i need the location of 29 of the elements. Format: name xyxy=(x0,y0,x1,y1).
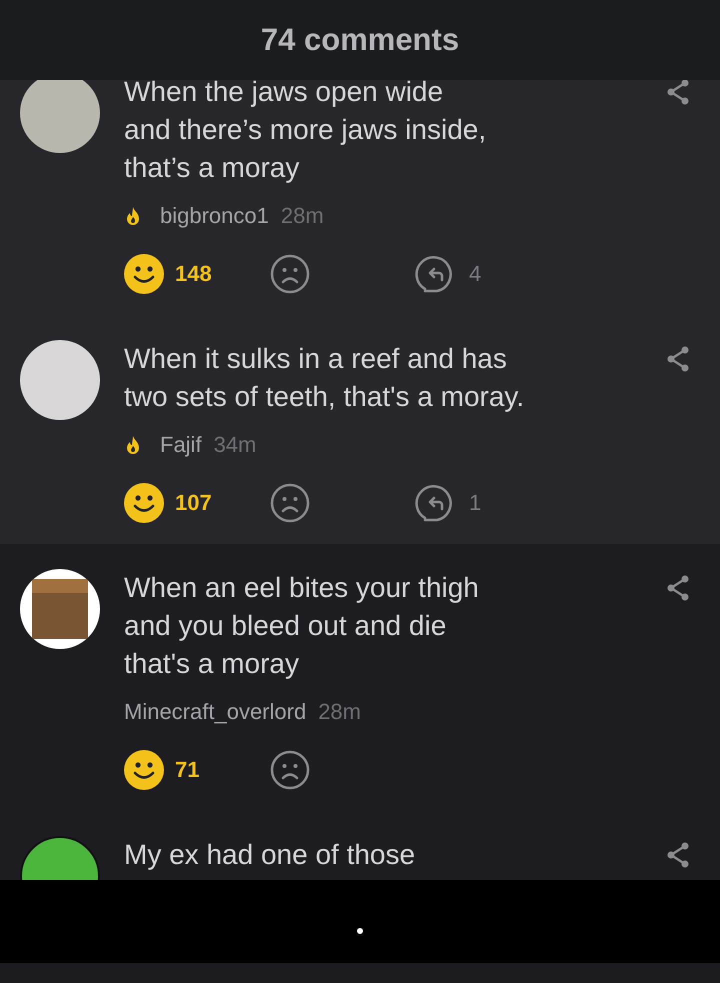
page-dot xyxy=(357,928,363,934)
share-icon[interactable] xyxy=(666,80,690,105)
smile-count: 107 xyxy=(175,490,213,516)
comment-text: When an eel bites your thigh and you bleed out and die that's a moray xyxy=(124,571,480,681)
reply-count: 1 xyxy=(469,490,482,516)
smile-count: 148 xyxy=(175,261,213,287)
reply-icon[interactable] xyxy=(415,483,455,523)
username-link[interactable]: Minecraft_overlord xyxy=(124,699,306,725)
timestamp: 34m xyxy=(214,432,256,458)
smile-icon[interactable] xyxy=(124,750,164,790)
comment-text: When the jaws open wide and there’s more jaws inside, that’s a moray xyxy=(124,80,488,185)
reply-icon[interactable] xyxy=(415,254,455,294)
smile-count: 71 xyxy=(175,757,200,783)
username-link[interactable]: Fajif xyxy=(160,432,202,458)
reply-count: 4 xyxy=(469,261,482,287)
timestamp: 28m xyxy=(280,203,324,229)
share-icon[interactable] xyxy=(666,346,690,372)
smile-icon[interactable] xyxy=(124,483,164,523)
comments-title: 74 comments xyxy=(260,22,460,58)
frown-icon[interactable] xyxy=(270,750,310,790)
share-icon[interactable] xyxy=(666,842,690,868)
comment-text: My ex had one of those xyxy=(124,838,416,872)
timestamp: 28m xyxy=(318,699,361,725)
frown-icon[interactable] xyxy=(270,254,310,294)
frown-icon[interactable] xyxy=(270,483,310,523)
share-icon[interactable] xyxy=(666,575,690,601)
smile-icon[interactable] xyxy=(124,254,164,294)
comment-text: When it sulks in a reef and has two sets of teeth, that's a moray. xyxy=(124,342,526,414)
username-link[interactable]: bigbronco1 xyxy=(160,203,269,229)
